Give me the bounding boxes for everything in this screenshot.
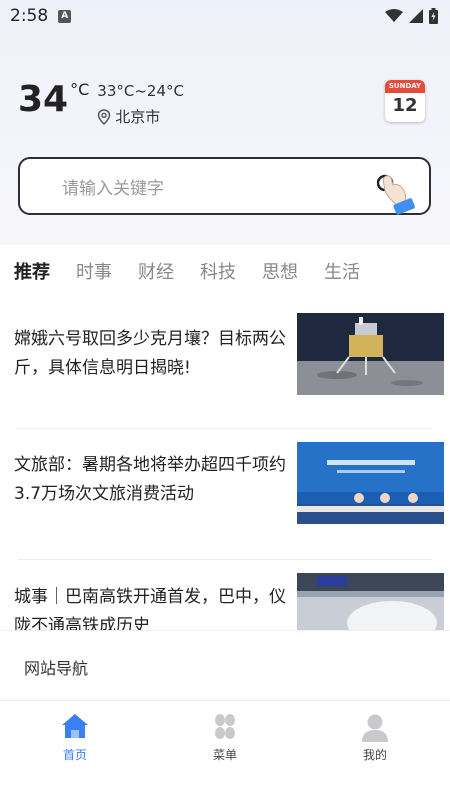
- news-item[interactable]: 嫦娥六号取回多少克月壤？目标两公斤，具体信息明日揭晓!: [0, 297, 450, 428]
- battery-icon: [429, 8, 438, 24]
- bottom-navigation: 首页 菜单 我的: [0, 700, 450, 800]
- calendar-day-number: 12: [392, 95, 418, 116]
- news-list: 嫦娥六号取回多少克月壤？目标两公斤，具体信息明日揭晓! 文旅部：暑期各地将举办超…: [0, 297, 450, 630]
- temperature-range: 33°C~24°C: [97, 82, 184, 100]
- calendar-day-name: SUNDAY: [385, 80, 425, 93]
- news-title: 嫦娥六号取回多少克月壤？目标两公斤，具体信息明日揭晓!: [14, 329, 286, 378]
- nav-home[interactable]: 首页: [0, 701, 150, 800]
- category-tabs: 推荐 时事 财经 科技 思想 生活: [0, 245, 450, 297]
- location-row: 北京市: [97, 106, 184, 127]
- grid-icon: [215, 714, 235, 739]
- city-name: 北京市: [115, 108, 161, 126]
- temperature-unit: °C: [70, 80, 90, 99]
- tab-life[interactable]: 生活: [324, 258, 360, 284]
- pointing-hand-icon: [377, 174, 415, 215]
- news-image-press-conference: [297, 442, 444, 524]
- signal-icon: [409, 9, 423, 23]
- nav-menu[interactable]: 菜单: [150, 701, 300, 800]
- news-image-train-station: [297, 573, 444, 630]
- tab-technology[interactable]: 科技: [200, 258, 236, 284]
- tab-thought[interactable]: 思想: [262, 258, 298, 284]
- tab-current-affairs[interactable]: 时事: [76, 258, 112, 284]
- site-navigation-bar[interactable]: 网站导航: [0, 630, 450, 700]
- nav-profile-label: 我的: [362, 748, 387, 762]
- user-icon: [362, 714, 388, 742]
- current-temperature: 34: [18, 79, 69, 120]
- nav-profile[interactable]: 我的: [300, 701, 450, 800]
- news-title: 文旅部：暑期各地将举办超四千项约3.7万场次文旅消费活动: [14, 455, 286, 504]
- search-input[interactable]: 请输入关键字: [18, 157, 431, 215]
- notification-a-icon: A: [58, 9, 72, 23]
- nav-home-label: 首页: [62, 748, 87, 762]
- weather-widget: 34 °C 33°C~24°C 北京市: [18, 78, 184, 127]
- calendar-icon[interactable]: SUNDAY 12: [385, 80, 425, 122]
- status-bar: 2:58 A: [0, 0, 450, 32]
- tab-finance[interactable]: 财经: [138, 258, 174, 284]
- news-image-lunar-lander: [297, 313, 444, 395]
- news-item[interactable]: 城事｜巴南高铁开通首发，巴中，仪陇不通高铁成历史: [0, 559, 450, 630]
- nav-menu-label: 菜单: [212, 748, 237, 762]
- news-item[interactable]: 文旅部：暑期各地将举办超四千项约3.7万场次文旅消费活动: [0, 428, 450, 559]
- home-icon: [62, 714, 88, 738]
- status-icons: [385, 8, 438, 24]
- news-title: 城事｜巴南高铁开通首发，巴中，仪陇不通高铁成历史: [14, 587, 286, 630]
- wifi-icon: [385, 9, 403, 22]
- site-navigation-label: 网站导航: [24, 659, 89, 678]
- weather-details: 33°C~24°C 北京市: [97, 82, 184, 127]
- status-time: 2:58: [10, 6, 49, 26]
- location-pin-icon: [98, 108, 111, 125]
- tab-recommend[interactable]: 推荐: [14, 258, 50, 284]
- search-placeholder: 请输入关键字: [62, 178, 164, 199]
